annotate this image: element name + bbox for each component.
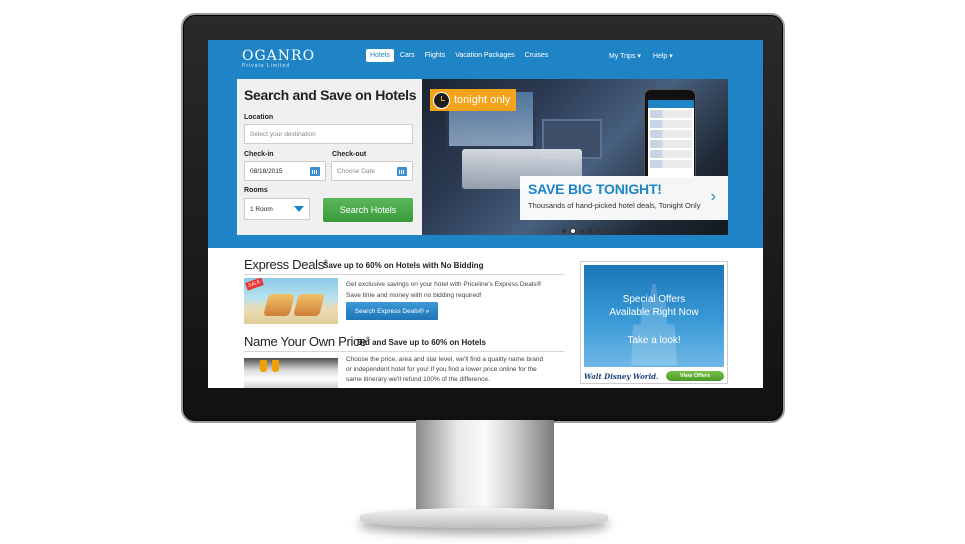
rooms-select[interactable]: 1 Room (244, 198, 310, 220)
express-deals-line1: Get exclusive savings on your hotel with… (346, 281, 542, 288)
view-offers-button[interactable]: View Offers (666, 371, 724, 381)
disney-ad[interactable]: Special Offers Available Right Now Take … (580, 261, 728, 384)
search-title: Search and Save on Hotels (244, 87, 417, 103)
carousel-dot-active[interactable] (570, 228, 576, 234)
hero-subline: Thousands of hand-picked hotel deals, To… (528, 201, 701, 210)
monitor-stand-neck (416, 420, 554, 512)
carousel-dots (562, 228, 616, 234)
hero-headline: SAVE BIG TONIGHT! (528, 181, 662, 197)
main-nav: Hotels Cars Flights Vacation Packages Cr… (366, 49, 552, 62)
nav-flights[interactable]: Flights (421, 49, 450, 62)
brand-name: OGANRO (242, 48, 316, 64)
carousel-dot[interactable] (588, 229, 592, 233)
ad-footer: Walt Disney World. View Offers (584, 370, 724, 382)
chevron-right-icon[interactable]: › (711, 188, 716, 206)
phone-list-row (650, 130, 692, 138)
ad-banner: Special Offers Available Right Now Take … (584, 265, 724, 367)
nav-hotels[interactable]: Hotels (366, 49, 394, 62)
express-deals-subtitle: Save up to 60% on Hotels with No Bidding (323, 261, 484, 270)
account-nav: My Trips ▾ Help ▾ (606, 49, 676, 63)
carousel-dot[interactable] (596, 229, 600, 233)
calendar-icon[interactable] (310, 166, 320, 176)
phone-list-row (650, 150, 692, 158)
nyop-line3: same itinerary we'll refund 100% of the … (346, 376, 490, 383)
rooms-value: 1 Room (250, 205, 273, 213)
checkout-placeholder: Choose Date (337, 167, 375, 175)
section-divider (244, 351, 564, 352)
checkin-label: Check-in (244, 151, 274, 158)
checkout-field[interactable]: Choose Date (331, 161, 413, 181)
express-deals-line2: Save time and money with no bidding requ… (346, 292, 482, 299)
drink-glass (260, 360, 267, 372)
checkin-field[interactable]: 08/18/2015 (244, 161, 326, 181)
carousel-dot[interactable] (604, 229, 608, 233)
express-deals-title: Express Deals® (244, 257, 328, 272)
tonight-only-text: tonight only (454, 94, 511, 106)
phone-list-row (650, 160, 692, 168)
nav-my-trips[interactable]: My Trips ▾ (606, 49, 644, 63)
nyop-line1: Choose the price, area and star level, w… (346, 356, 544, 363)
nyop-title: Name Your Own Price® (244, 334, 370, 349)
search-express-deals-button[interactable]: Search Express Deals® » (346, 302, 438, 320)
section-divider (244, 274, 564, 275)
brand-tagline: Private Limited (242, 63, 291, 69)
checkout-label: Check-out (332, 151, 367, 158)
nyop-image (244, 358, 338, 388)
nav-cruises[interactable]: Cruises (521, 49, 553, 62)
drink-glass (272, 360, 279, 372)
phone-list-row (650, 120, 692, 128)
carousel-dot[interactable] (612, 229, 616, 233)
screen: OGANRO Private Limited Hotels Cars Fligh… (208, 40, 763, 388)
hero-promo-card[interactable]: SAVE BIG TONIGHT! Thousands of hand-pick… (520, 176, 728, 220)
carousel-dot[interactable] (580, 229, 584, 233)
calendar-icon[interactable] (397, 166, 407, 176)
nyop-line2: or independent hotel for you! If you fin… (346, 366, 537, 373)
express-deals-image: SALE (244, 278, 338, 324)
phone-list-row (650, 140, 692, 148)
phone-list-row (650, 110, 692, 118)
clock-icon (433, 91, 450, 109)
ad-line3: Take a look! (627, 335, 681, 346)
castle-silhouette (631, 275, 677, 365)
hero-carousel[interactable]: tonight only SAVE BIG TONIGHT! Thousands… (422, 79, 728, 235)
brand-logo[interactable]: OGANRO Private Limited (242, 49, 315, 69)
checkin-value: 08/18/2015 (250, 167, 283, 175)
nav-cars[interactable]: Cars (396, 49, 419, 62)
tonight-only-badge: tonight only (430, 89, 517, 111)
phone-mockup-image (644, 89, 696, 187)
location-input[interactable]: Select your destination (244, 124, 413, 144)
disney-logo: Walt Disney World. (584, 371, 659, 381)
ad-line2: Available Right Now (609, 307, 699, 318)
beach-chair (263, 294, 295, 316)
nav-help[interactable]: Help ▾ (650, 49, 676, 63)
hotel-search-panel: Search and Save on Hotels Location Selec… (237, 79, 422, 235)
location-label: Location (244, 114, 274, 121)
ad-line1: Special Offers (622, 294, 686, 305)
beach-chair (293, 294, 325, 316)
monitor-stand-base (360, 508, 608, 528)
rooms-label: Rooms (244, 187, 268, 194)
search-hotels-button[interactable]: Search Hotels (323, 198, 413, 222)
nyop-subtitle: Bid and Save up to 60% on Hotels (357, 338, 486, 347)
sale-badge: SALE (245, 278, 264, 291)
nav-vacation-packages[interactable]: Vacation Packages (451, 49, 518, 62)
chevron-down-icon (294, 206, 304, 212)
location-placeholder: Select your destination (250, 130, 316, 138)
header-banner: OGANRO Private Limited Hotels Cars Fligh… (208, 40, 763, 248)
phone-app-bar (648, 100, 694, 108)
carousel-dot[interactable] (562, 229, 566, 233)
phone-screen (648, 100, 694, 178)
